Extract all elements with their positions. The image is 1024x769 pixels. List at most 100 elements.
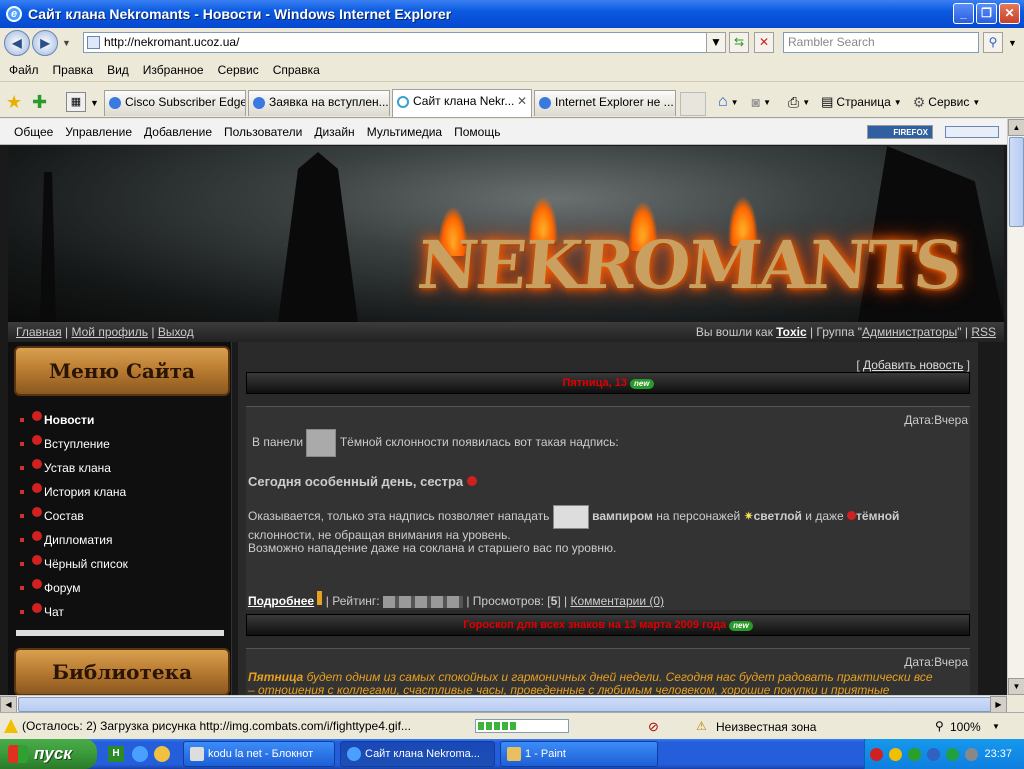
menu-edit[interactable]: Правка (46, 63, 101, 77)
close-button[interactable]: ✕ (999, 3, 1020, 24)
news-header-1[interactable]: Пятница, 13 new (246, 372, 970, 394)
rss-feed-icon[interactable]: ◙ (752, 94, 760, 110)
panel-slider[interactable] (945, 126, 999, 138)
volume-icon[interactable] (965, 747, 979, 761)
ie-page-icon (109, 97, 121, 109)
search-options-icon[interactable]: ▼ (1008, 38, 1017, 48)
history-dropdown-icon[interactable]: ▼ (62, 38, 71, 48)
menu-help[interactable]: Справка (266, 63, 327, 77)
ucoz-menu-general[interactable]: Общее (8, 125, 59, 139)
security-zone[interactable]: Неизвестная зона (716, 720, 816, 734)
sidebar-item-members[interactable]: Состав (20, 504, 220, 528)
profile-link[interactable]: Мой профиль (71, 325, 148, 339)
popup-blocked-icon[interactable]: ⊘ (648, 719, 659, 735)
quicklaunch-app-icon[interactable]: H (108, 746, 124, 762)
tab-ie[interactable]: Internet Explorer не ... (534, 90, 676, 116)
menu-file[interactable]: Файл (2, 63, 46, 77)
quick-tabs-icon[interactable]: ▦ (66, 92, 86, 112)
ucoz-menu-add[interactable]: Добавление (138, 125, 218, 139)
home-link[interactable]: Главная (16, 325, 62, 339)
menu-favorites[interactable]: Избранное (136, 63, 211, 77)
sidebar-divider (16, 630, 224, 636)
comments-link[interactable]: Комментарии (0) (570, 594, 664, 608)
avatar-icon (306, 429, 337, 457)
print-icon[interactable]: ⎙ (788, 94, 799, 111)
news-header-2[interactable]: Гороскоп для всех знаков на 13 марта 200… (246, 614, 970, 636)
horizontal-scrollbar[interactable]: ◀ ▶ (0, 695, 1007, 713)
page-menu-button[interactable]: Страница (836, 95, 890, 109)
scroll-right-icon[interactable]: ▶ (990, 696, 1007, 713)
ucoz-menu-users[interactable]: Пользователи (218, 125, 308, 139)
tab-nekromants[interactable]: Сайт клана Nekr... ✕ (392, 89, 532, 117)
tab-application[interactable]: Заявка на вступлен... (248, 90, 390, 116)
new-tab-button[interactable] (680, 92, 706, 116)
ucoz-menu-help[interactable]: Помощь (448, 125, 506, 139)
taskbar-notepad[interactable]: kodu la net - Блокнот (183, 741, 335, 767)
taskbar-ie[interactable]: Сайт клана Nekroma... (340, 741, 495, 767)
favorites-star-icon[interactable]: ★ (6, 92, 22, 113)
forward-button[interactable]: ▶ (32, 30, 58, 56)
taskbar-paint[interactable]: 1 - Paint (500, 741, 658, 767)
ucoz-menu-design[interactable]: Дизайн (308, 125, 360, 139)
quicklaunch-ie-icon[interactable] (132, 746, 148, 762)
add-favorite-icon[interactable]: ✚ (32, 92, 47, 113)
scroll-thumb[interactable] (1009, 137, 1024, 227)
sidebar-item-blacklist[interactable]: Чёрный список (20, 552, 220, 576)
search-input[interactable]: Rambler Search (783, 32, 979, 53)
tab-cisco[interactable]: Cisco Subscriber Edge... (104, 90, 246, 116)
sidebar-item-chat[interactable]: Чат (20, 600, 220, 624)
read-more-link[interactable]: Подробнее (248, 594, 314, 608)
sidebar-item-diplomacy[interactable]: Дипломатия (20, 528, 220, 552)
scroll-down-icon[interactable]: ▼ (1008, 678, 1024, 695)
close-tab-icon[interactable]: ✕ (517, 94, 527, 108)
update-icon[interactable] (946, 747, 960, 761)
url-dropdown-button[interactable]: ▼ (706, 32, 726, 53)
sidebar-item-history[interactable]: История клана (20, 480, 220, 504)
group-link[interactable]: Администраторы (862, 325, 957, 339)
sidebar-item-charter[interactable]: Устав клана (20, 456, 220, 480)
rating-stars[interactable] (382, 595, 463, 608)
refresh-button[interactable]: ⇆ (729, 32, 749, 53)
rss-link[interactable]: RSS (971, 325, 996, 339)
stop-button[interactable]: ✕ (754, 32, 774, 53)
sidebar-item-forum[interactable]: Форум (20, 576, 220, 600)
connection-icon[interactable] (927, 747, 941, 761)
minimize-button[interactable]: _ (953, 3, 974, 24)
shield-icon[interactable] (889, 747, 903, 761)
page-menu-icon[interactable]: ▤ (821, 94, 833, 110)
tools-menu-button[interactable]: Сервис (928, 95, 969, 109)
ucoz-menu-manage[interactable]: Управление (59, 125, 138, 139)
zoom-level[interactable]: 100% (950, 720, 981, 734)
scroll-up-icon[interactable]: ▲ (1008, 119, 1024, 136)
network-icon[interactable] (908, 747, 922, 761)
maximize-button[interactable]: ❐ (976, 3, 997, 24)
home-icon[interactable]: ⌂ (718, 93, 728, 111)
add-news-link[interactable]: Добавить новость (863, 358, 963, 372)
sidebar-item-join[interactable]: Вступление (20, 432, 220, 456)
firefox-badge[interactable]: FIREFOX (867, 125, 933, 139)
gear-icon[interactable]: ⚙ (913, 94, 926, 111)
tab-list-icon[interactable]: ▼ (90, 98, 99, 108)
vertical-scrollbar[interactable]: ▲ ▼ (1007, 119, 1024, 695)
security-icon[interactable] (870, 747, 884, 761)
scroll-left-icon[interactable]: ◀ (0, 696, 17, 713)
url-input[interactable]: http://nekromant.ucoz.ua/ (83, 32, 723, 53)
site-menu: Новости Вступление Устав клана История к… (20, 408, 220, 624)
post-date: Дата:Вчера (904, 413, 968, 427)
cross-icon (32, 483, 42, 493)
start-button[interactable]: пуск (0, 739, 97, 769)
window-titlebar[interactable]: e Сайт клана Nekromants - Новости - Wind… (0, 0, 1024, 28)
menu-view[interactable]: Вид (100, 63, 136, 77)
ucoz-menu-multimedia[interactable]: Мультимедиа (361, 125, 448, 139)
menu-tools[interactable]: Сервис (211, 63, 266, 77)
scroll-thumb-h[interactable] (18, 697, 998, 712)
zoom-dropdown-icon[interactable]: ▼ (992, 722, 1000, 731)
quicklaunch-browser-icon[interactable] (154, 746, 170, 762)
taskbar: пуск H kodu la net - Блокнот Сайт клана … (0, 739, 1024, 769)
logout-link[interactable]: Выход (158, 325, 194, 339)
sidebar-item-news[interactable]: Новости (20, 408, 220, 432)
back-button[interactable]: ◀ (4, 30, 30, 56)
cross-icon (32, 579, 42, 589)
search-icon[interactable]: ⚲ (983, 32, 1003, 53)
username-link[interactable]: Toxic (776, 325, 806, 339)
